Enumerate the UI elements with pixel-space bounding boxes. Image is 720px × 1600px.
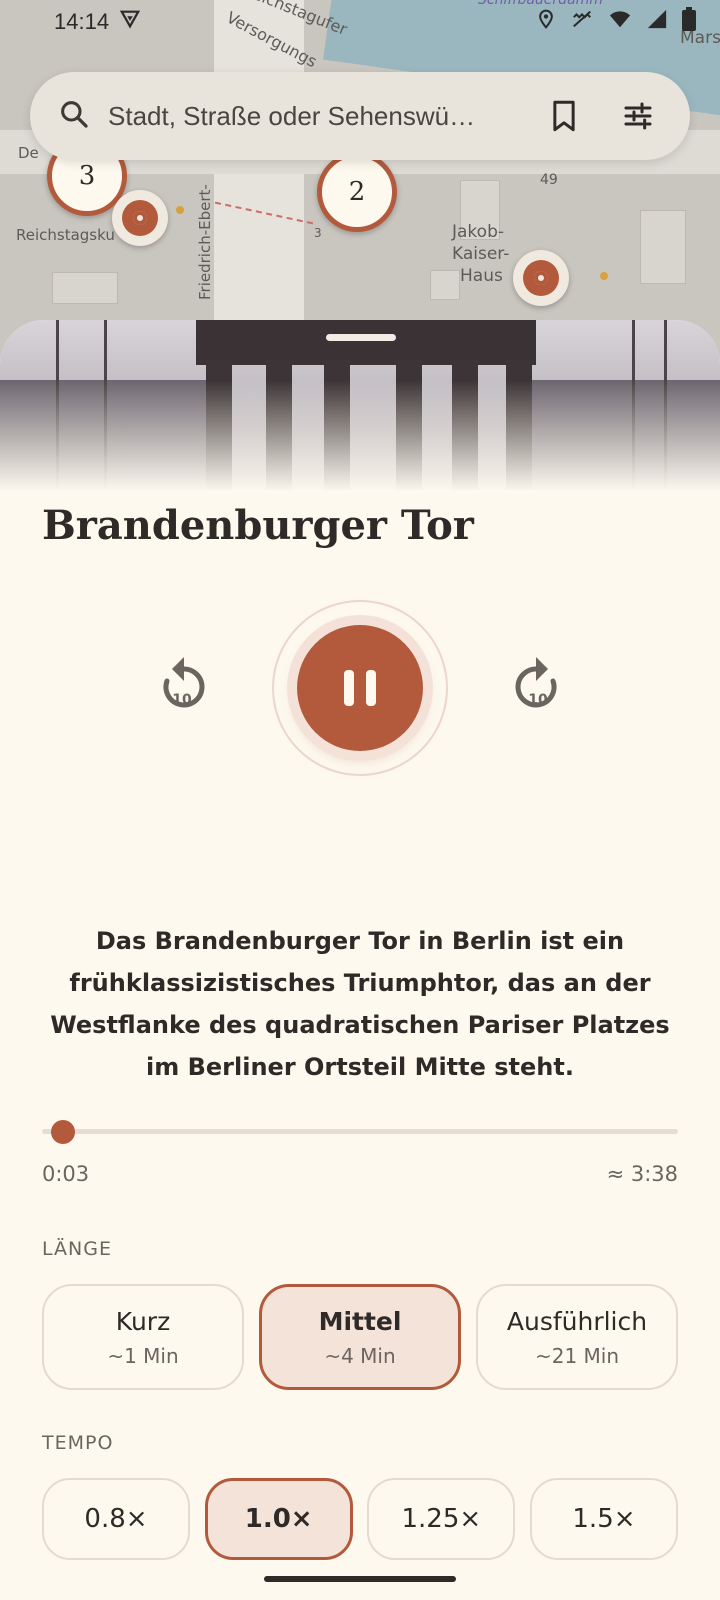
status-time: 14:14 — [54, 9, 110, 34]
map-label: De — [18, 144, 39, 162]
progress-slider[interactable] — [42, 1120, 678, 1144]
map-poi-marker[interactable] — [112, 190, 168, 246]
location-icon — [536, 8, 556, 36]
place-title: Brandenburger Tor — [42, 502, 474, 549]
map-dot — [600, 272, 608, 280]
tempo-option-1-5[interactable]: 1.5× — [529, 1478, 678, 1560]
play-button-ring — [272, 600, 448, 776]
forward-amount: 10 — [528, 692, 548, 708]
gesture-nav-bar[interactable] — [264, 1576, 456, 1582]
map-label: Haus — [460, 266, 503, 286]
battery-icon — [682, 7, 696, 37]
length-option-label: Ausführlich — [506, 1306, 648, 1336]
tempo-option-label: 0.8× — [84, 1504, 148, 1534]
tempo-option-label: 1.25× — [401, 1504, 482, 1534]
map-view[interactable]: Reichstagufer Versorgungs Schiffbauerdam… — [0, 0, 720, 360]
bookmark-icon — [553, 100, 575, 132]
tempo-option-label: 1.5× — [572, 1504, 636, 1534]
length-option-duration: ~21 Min — [534, 1343, 620, 1368]
forward-10-button[interactable]: 10 — [504, 650, 574, 720]
tempo-section-label: TEMPO — [42, 1432, 114, 1454]
pause-icon — [344, 670, 376, 706]
rewind-amount: 10 — [172, 692, 192, 708]
search-bar[interactable] — [30, 72, 690, 160]
map-cluster-marker[interactable]: 2 — [317, 152, 397, 232]
detail-sheet[interactable]: Brandenburger Tor 10 10 Das Brandenburge… — [0, 320, 720, 1600]
vpn-icon — [119, 8, 141, 36]
rewind-10-icon: 10 — [163, 657, 205, 708]
progress-track — [42, 1129, 678, 1134]
map-label: Kaiser- — [452, 244, 510, 264]
length-option-duration: ~4 Min — [324, 1343, 396, 1368]
length-options: Kurz ~1 Min Mittel ~4 Min Ausführlich ~2… — [42, 1284, 678, 1390]
length-option-label: Kurz — [115, 1306, 171, 1336]
tempo-options: 0.8× 1.0× 1.25× 1.5× — [42, 1478, 678, 1560]
filter-button[interactable] — [610, 88, 666, 144]
map-poi-marker[interactable] — [513, 250, 569, 306]
length-option-mittel[interactable]: Mittel ~4 Min — [259, 1284, 461, 1390]
tempo-option-0-8[interactable]: 0.8× — [42, 1478, 190, 1560]
status-icons — [536, 7, 696, 37]
audio-controls: 10 10 — [0, 600, 720, 780]
tempo-option-1-25[interactable]: 1.25× — [367, 1478, 516, 1560]
tempo-option-label: 1.0× — [244, 1504, 313, 1534]
progress-knob[interactable] — [50, 1120, 75, 1144]
search-icon — [58, 98, 90, 135]
length-option-label: Mittel — [318, 1306, 402, 1336]
status-bar: 14:14 — [0, 0, 720, 44]
place-description: Das Brandenburger Tor in Berlin ist ein … — [50, 927, 670, 1081]
elapsed-time: 0:03 — [42, 1162, 90, 1186]
length-option-kurz[interactable]: Kurz ~1 Min — [42, 1284, 244, 1390]
hero-image — [0, 320, 720, 490]
pause-button[interactable] — [297, 625, 423, 751]
map-block — [430, 270, 460, 300]
map-dot — [176, 206, 184, 214]
total-time: ≈ 3:38 — [606, 1162, 678, 1186]
drag-handle[interactable] — [326, 334, 396, 341]
signal-icon — [646, 8, 668, 36]
length-option-duration: ~1 Min — [107, 1343, 179, 1368]
map-label: Jakob- — [452, 222, 504, 242]
wifi-icon — [608, 8, 632, 36]
map-label: Reichstagsku — [16, 226, 115, 244]
tempo-option-1-0[interactable]: 1.0× — [204, 1478, 353, 1560]
map-block — [52, 272, 118, 304]
map-label: Friedrich-Ebert- — [196, 184, 214, 300]
map-label: 49 — [540, 172, 558, 188]
forward-10-icon: 10 — [515, 657, 557, 708]
search-input[interactable] — [108, 100, 518, 132]
length-section-label: LÄNGE — [42, 1238, 112, 1260]
map-label: 3 — [314, 226, 322, 240]
vibrate-off-icon — [570, 8, 594, 36]
filter-icon — [624, 102, 652, 130]
map-block — [640, 210, 686, 284]
length-option-ausfuehrlich[interactable]: Ausführlich ~21 Min — [476, 1284, 678, 1390]
bookmark-button[interactable] — [536, 88, 592, 144]
rewind-10-button[interactable]: 10 — [146, 650, 216, 720]
